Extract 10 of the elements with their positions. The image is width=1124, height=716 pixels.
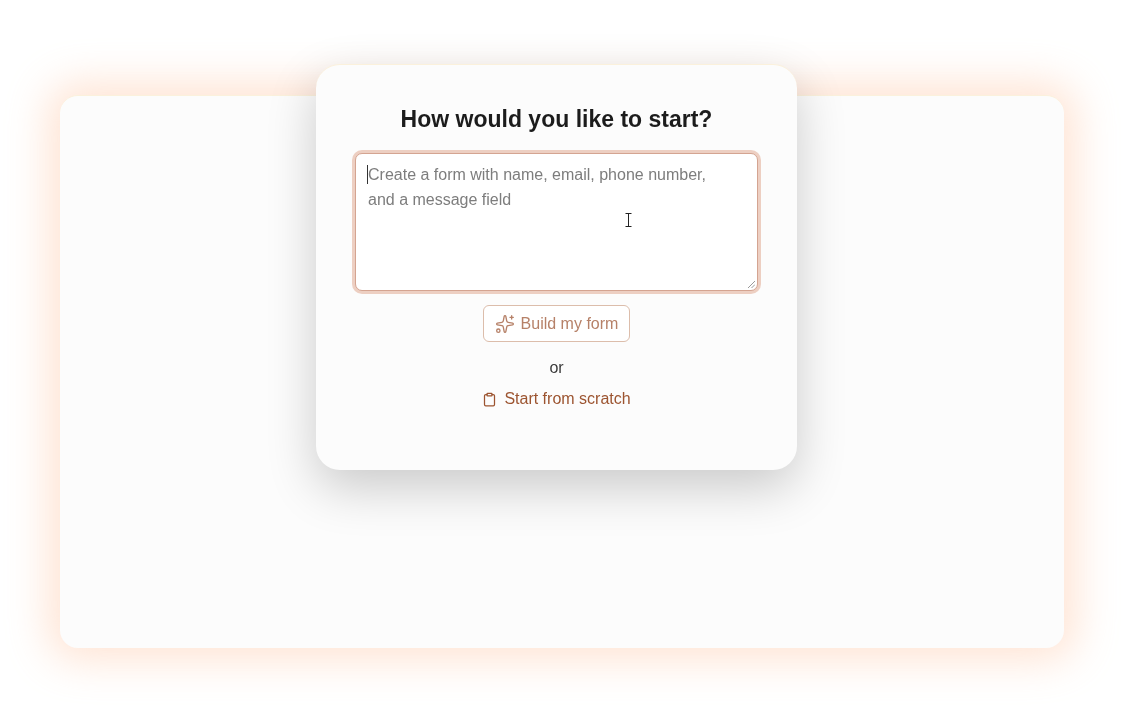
clipboard-icon — [482, 391, 498, 407]
build-form-button[interactable]: Build my form — [482, 305, 631, 342]
text-caret-icon — [367, 165, 368, 184]
text-cursor-icon — [625, 213, 632, 227]
start-from-scratch-link[interactable]: Start from scratch — [482, 388, 631, 410]
prompt-field[interactable]: Create a form with name, email, phone number, and a message field — [355, 153, 758, 291]
dialog-title: How would you like to start? — [400, 105, 713, 134]
sparkles-icon — [494, 313, 515, 334]
resize-handle-icon — [748, 281, 755, 288]
or-separator: or — [549, 358, 564, 378]
